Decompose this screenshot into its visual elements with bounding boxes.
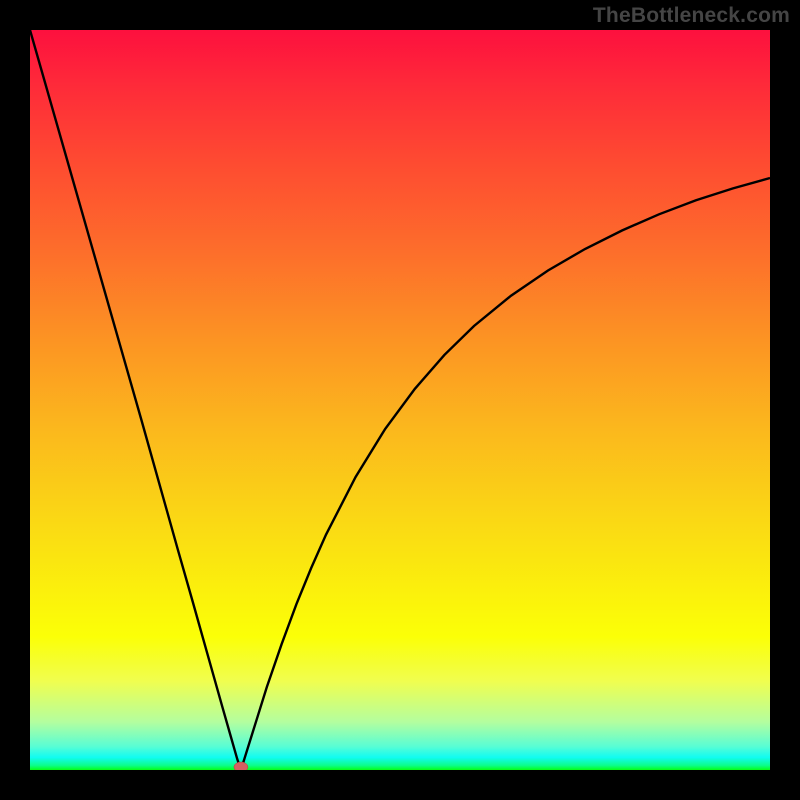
plot-svg [30,30,770,770]
optimum-marker [234,762,248,770]
watermark-text: TheBottleneck.com [593,4,790,28]
chart-frame: TheBottleneck.com [0,0,800,800]
plot-area [30,30,770,770]
bottleneck-curve [30,30,770,770]
